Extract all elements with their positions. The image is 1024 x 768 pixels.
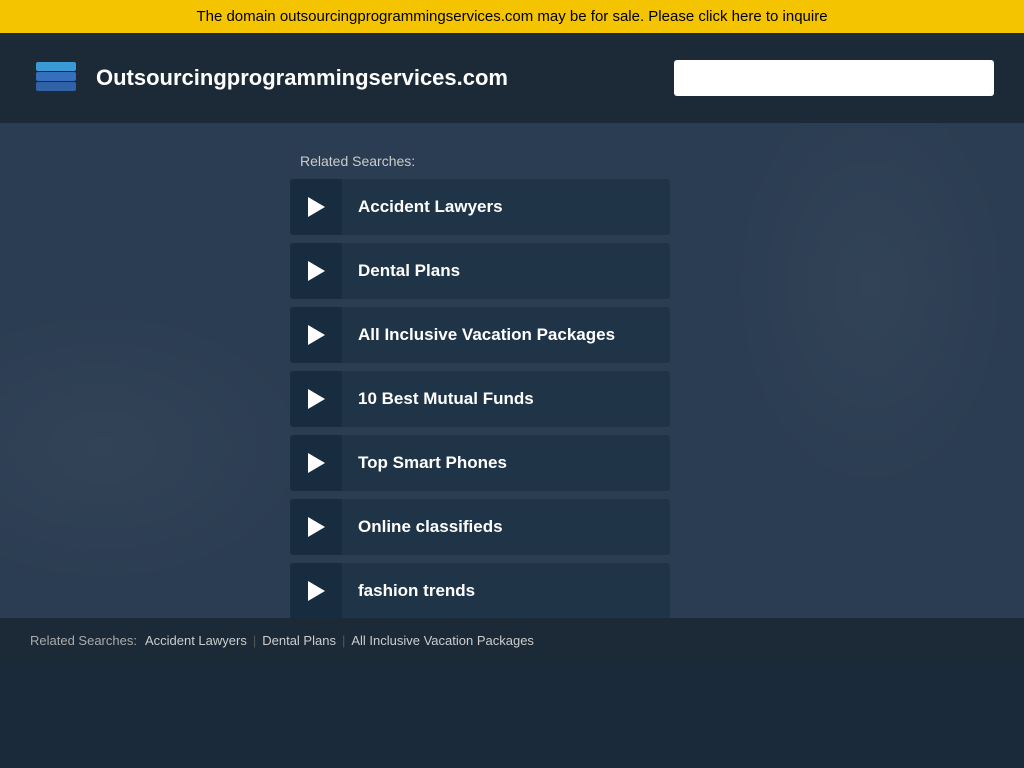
footer-related-label: Related Searches:	[30, 633, 137, 648]
item-label: 10 Best Mutual Funds	[342, 389, 550, 409]
play-icon	[290, 435, 342, 491]
item-label: All Inclusive Vacation Packages	[342, 325, 631, 345]
item-label: Online classifieds	[342, 517, 519, 537]
list-item[interactable]: Top Smart Phones	[290, 435, 670, 491]
main-content: Related Searches: Accident Lawyers Denta…	[0, 123, 1024, 663]
logo-icon	[30, 52, 82, 104]
play-icon	[290, 371, 342, 427]
play-icon	[290, 179, 342, 235]
list-item[interactable]: Dental Plans	[290, 243, 670, 299]
play-icon	[290, 243, 342, 299]
site-title: Outsourcingprogrammingservices.com	[96, 65, 406, 91]
top-banner[interactable]: The domain outsourcingprogrammingservice…	[0, 0, 1024, 33]
footer-link-accident-lawyers[interactable]: Accident Lawyers	[145, 633, 247, 648]
play-triangle-icon	[308, 517, 325, 537]
footer-link-vacation-packages[interactable]: All Inclusive Vacation Packages	[351, 633, 534, 648]
footer-link-dental-plans[interactable]: Dental Plans	[262, 633, 336, 648]
play-triangle-icon	[308, 453, 325, 473]
play-icon	[290, 563, 342, 619]
play-triangle-icon	[308, 581, 325, 601]
search-input[interactable]	[674, 60, 994, 96]
play-triangle-icon	[308, 261, 325, 281]
play-icon	[290, 307, 342, 363]
list-item[interactable]: 10 Best Mutual Funds	[290, 371, 670, 427]
play-triangle-icon	[308, 389, 325, 409]
play-triangle-icon	[308, 197, 325, 217]
list-item[interactable]: fashion trends	[290, 563, 670, 619]
item-label: fashion trends	[342, 581, 491, 601]
footer-sep: |	[342, 633, 345, 648]
related-searches-label: Related Searches:	[300, 153, 1024, 169]
list-item[interactable]: All Inclusive Vacation Packages	[290, 307, 670, 363]
item-label: Dental Plans	[342, 261, 476, 281]
list-item[interactable]: Online classifieds	[290, 499, 670, 555]
item-label: Top Smart Phones	[342, 453, 523, 473]
banner-text: The domain outsourcingprogrammingservice…	[196, 8, 827, 25]
list-item[interactable]: Accident Lawyers	[290, 179, 670, 235]
play-icon	[290, 499, 342, 555]
item-label: Accident Lawyers	[342, 197, 519, 217]
play-triangle-icon	[308, 325, 325, 345]
header: Outsourcingprogrammingservices.com	[0, 33, 1024, 123]
search-list: Accident Lawyers Dental Plans All Inclus…	[290, 179, 670, 619]
footer-bar: Related Searches: Accident Lawyers | Den…	[0, 618, 1024, 663]
footer-sep: |	[253, 633, 256, 648]
header-left: Outsourcingprogrammingservices.com	[30, 52, 406, 104]
